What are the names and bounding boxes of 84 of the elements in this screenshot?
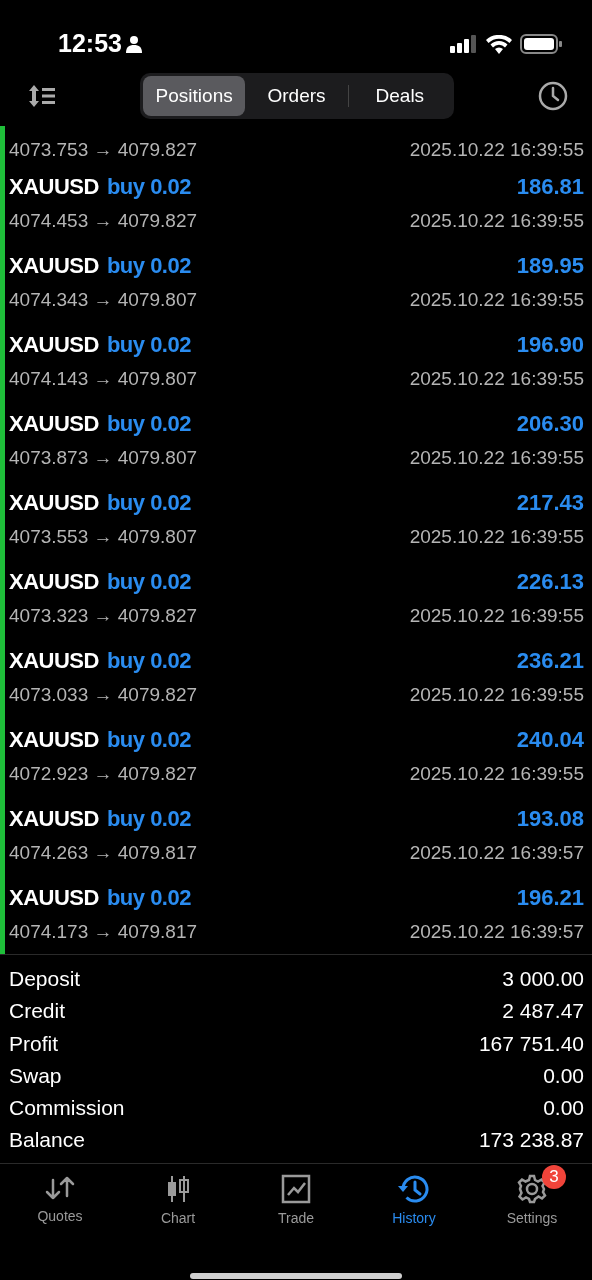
- line-chart-icon: [281, 1173, 311, 1204]
- profit-value: 226.13: [516, 568, 584, 596]
- symbol-label: XAUUSD: [9, 252, 99, 280]
- summary-value: 3 000.00: [502, 966, 584, 992]
- deal-time: 2025.10.22 16:39:55: [409, 525, 584, 549]
- profit-value: 217.43: [516, 489, 584, 517]
- summary-label: Profit: [9, 1030, 58, 1057]
- trade-side: buy 0.02: [106, 410, 191, 438]
- deal-time: 2025.10.22 16:39:55: [409, 209, 584, 233]
- summary-value: 173 238.87: [478, 1127, 584, 1154]
- profit-value: 206.30: [516, 410, 584, 438]
- candlestick-icon: [166, 1173, 190, 1204]
- deal-time: 2025.10.22 16:39:55: [409, 683, 584, 707]
- price-range: 4074.173 → 4079.817: [9, 920, 198, 944]
- deal-time: 2025.10.22 16:39:57: [409, 920, 584, 944]
- symbol-label: XAUUSD: [9, 726, 99, 754]
- price-range: 4072.923 → 4079.827: [9, 762, 198, 786]
- summary-label: Credit: [9, 998, 66, 1025]
- trade-side: buy 0.02: [106, 489, 191, 517]
- symbol-label: XAUUSD: [9, 173, 99, 201]
- segment-tab[interactable]: Deals: [348, 75, 451, 117]
- deal-time: 2025.10.22 16:39:57: [409, 841, 584, 865]
- price-range: 4073.873 → 4079.807: [9, 446, 198, 470]
- sort-icon[interactable]: [28, 84, 56, 108]
- tab-bar-item[interactable]: Quotes: [1, 1163, 119, 1230]
- summary-label: Deposit: [9, 966, 81, 992]
- symbol-label: XAUUSD: [9, 489, 99, 517]
- summary-value: 0.00: [543, 1095, 584, 1122]
- settings-icon: [517, 1173, 547, 1204]
- profit-value: 189.95: [516, 252, 584, 280]
- symbol-label: XAUUSD: [9, 331, 99, 359]
- deal-time: 2025.10.22 16:39:55: [409, 604, 584, 628]
- clock-time: 12:53: [58, 28, 122, 60]
- symbol-label: XAUUSD: [9, 805, 99, 833]
- summary-label: Balance: [9, 1127, 85, 1154]
- price-range: 4074.143 → 4079.807: [9, 367, 198, 391]
- price-range: 4074.263 → 4079.817: [9, 841, 198, 865]
- profit-value: 186.81: [516, 173, 584, 201]
- trade-side: buy 0.02: [106, 173, 191, 201]
- trade-side: buy 0.02: [106, 568, 191, 596]
- trade-side: buy 0.02: [106, 726, 191, 754]
- symbol-label: XAUUSD: [9, 410, 99, 438]
- deal-time: 2025.10.22 16:39:55: [409, 137, 584, 162]
- signal-icon: [450, 35, 478, 53]
- price-range: 4073.323 → 4079.827: [9, 604, 198, 628]
- tab-bar-item[interactable]: Trade: [237, 1163, 355, 1230]
- trade-side: buy 0.02: [106, 805, 191, 833]
- notification-badge: 3: [542, 1164, 566, 1189]
- wifi-icon: [486, 34, 512, 54]
- summary-value: 0.00: [543, 1062, 584, 1089]
- price-range: 4074.343 → 4079.807: [9, 288, 198, 312]
- deal-time: 2025.10.22 16:39:55: [409, 367, 584, 391]
- trade-side: buy 0.02: [106, 331, 191, 359]
- summary-label: Swap: [9, 1062, 62, 1089]
- tab-bar-item[interactable]: History: [355, 1163, 473, 1230]
- profit-value: 196.21: [516, 884, 584, 912]
- tab-bar-item[interactable]: Settings 3: [473, 1163, 591, 1230]
- trade-side: buy 0.02: [106, 884, 191, 912]
- profit-value: 236.21: [516, 647, 584, 675]
- profit-value: 193.08: [516, 805, 584, 833]
- summary-value: 167 751.40: [478, 1030, 584, 1057]
- profit-value: 240.04: [516, 726, 584, 754]
- price-range: 4073.753 → 4079.827: [9, 137, 198, 162]
- price-range: 4073.553 → 4079.807: [9, 525, 198, 549]
- summary-label: Commission: [9, 1095, 125, 1122]
- tab-bar-item[interactable]: Chart: [119, 1163, 237, 1230]
- symbol-label: XAUUSD: [9, 884, 99, 912]
- symbol-label: XAUUSD: [9, 568, 99, 596]
- trade-side: buy 0.02: [106, 252, 191, 280]
- segment-tab[interactable]: Orders: [245, 75, 348, 117]
- clock-icon[interactable]: [538, 81, 568, 111]
- deal-time: 2025.10.22 16:39:55: [409, 446, 584, 470]
- profit-value: 196.90: [516, 331, 584, 359]
- summary-value: 2 487.47: [502, 998, 584, 1025]
- person-icon: [125, 35, 142, 53]
- price-range: 4073.033 → 4079.827: [9, 683, 198, 707]
- history-icon: [397, 1173, 431, 1204]
- trade-side: buy 0.02: [106, 647, 191, 675]
- deal-time: 2025.10.22 16:39:55: [409, 762, 584, 786]
- battery-icon: [520, 34, 562, 54]
- segment-tab[interactable]: Positions: [143, 75, 246, 117]
- deal-time: 2025.10.22 16:39:55: [409, 288, 584, 312]
- symbol-label: XAUUSD: [9, 647, 99, 675]
- price-range: 4074.453 → 4079.827: [9, 209, 198, 233]
